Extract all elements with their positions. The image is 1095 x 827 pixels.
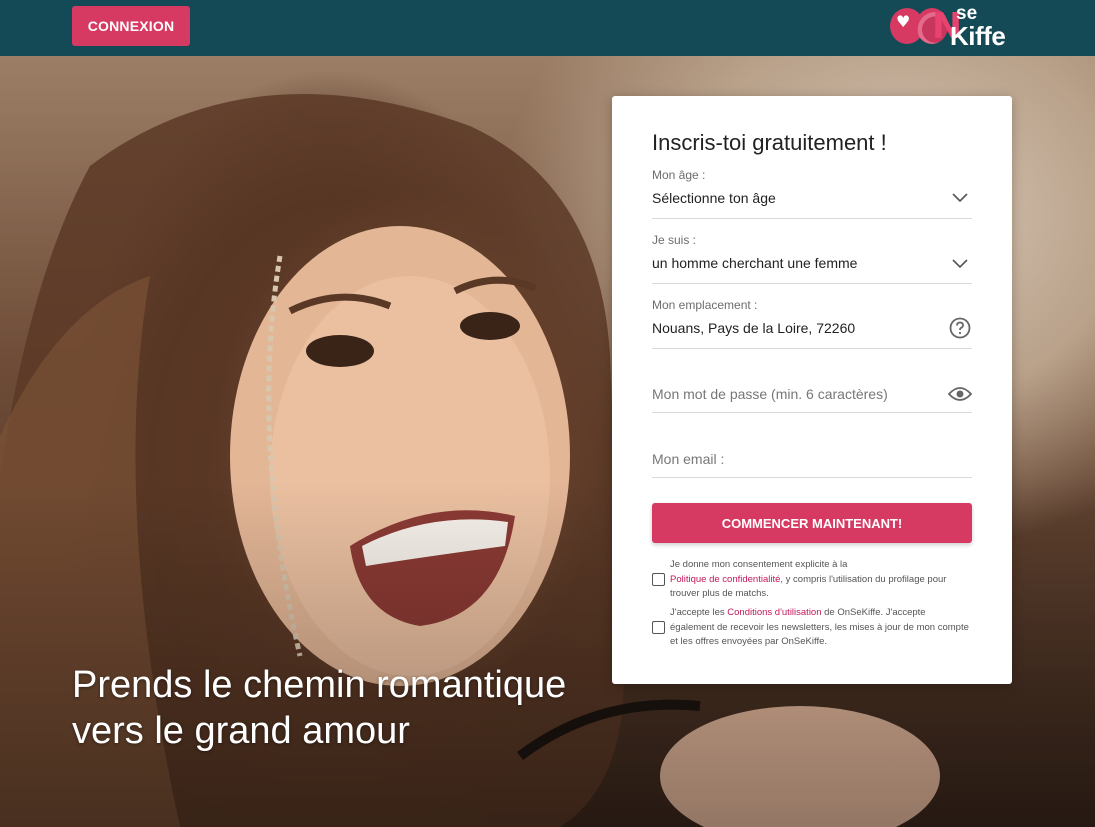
email-placeholder: Mon email : xyxy=(652,451,725,467)
help-question-icon[interactable] xyxy=(948,316,972,340)
privacy-consent-text: Je donne mon consentement explicite à la… xyxy=(670,558,972,602)
age-label: Mon âge : xyxy=(652,168,706,182)
terms-consent-checkbox[interactable] xyxy=(652,621,665,634)
privacy-consent-checkbox[interactable] xyxy=(652,573,665,586)
privacy-policy-link[interactable]: Politique de confidentialité xyxy=(670,574,780,585)
location-value: Nouans, Pays de la Loire, 72260 xyxy=(652,320,856,336)
location-label: Mon emplacement : xyxy=(652,298,758,312)
hero-tagline-line1: Prends le chemin romantique xyxy=(72,664,567,706)
location-field[interactable]: Mon emplacement : Nouans, Pays de la Loi… xyxy=(652,298,972,349)
hero-tagline-line2: vers le grand amour xyxy=(72,710,410,752)
password-field[interactable]: Mon mot de passe (min. 6 caractères) xyxy=(652,363,972,413)
heart-icon: ♥ xyxy=(896,12,911,31)
hero-tagline: Prends le chemin romantique vers le gran… xyxy=(72,662,632,754)
login-button[interactable]: CONNEXION xyxy=(72,6,190,46)
privacy-consent-pre: Je donne mon consentement explicite à la xyxy=(670,559,848,570)
terms-consent-text: J'accepte les Conditions d'utilisation d… xyxy=(670,606,972,650)
top-header: CONNEXION ♥ N se Kiffe xyxy=(0,0,1095,56)
logo-kiffe: Kiffe xyxy=(950,21,1006,51)
signup-card: Inscris-toi gratuitement ! Mon âge : Sél… xyxy=(612,96,1012,684)
privacy-consent: Je donne mon consentement explicite à la… xyxy=(652,558,972,602)
terms-consent-pre: J'accepte les xyxy=(670,607,728,618)
terms-of-use-link[interactable]: Conditions d'utilisation xyxy=(727,607,821,618)
chevron-down-icon xyxy=(948,186,972,210)
age-select[interactable]: Mon âge : Sélectionne ton âge xyxy=(652,168,972,219)
password-placeholder: Mon mot de passe (min. 6 caractères) xyxy=(652,386,888,402)
start-now-button[interactable]: COMMENCER MAINTENANT! xyxy=(652,503,972,543)
age-value: Sélectionne ton âge xyxy=(652,190,776,206)
gender-select[interactable]: Je suis : un homme cherchant une femme xyxy=(652,233,972,284)
email-field[interactable]: Mon email : xyxy=(652,427,972,478)
eye-icon[interactable] xyxy=(948,382,972,406)
onsekiffe-logo[interactable]: ♥ N se Kiffe xyxy=(890,4,1015,50)
signup-title: Inscris-toi gratuitement ! xyxy=(652,130,887,155)
terms-consent: J'accepte les Conditions d'utilisation d… xyxy=(652,606,972,650)
chevron-down-icon xyxy=(948,252,972,276)
gender-value: un homme cherchant une femme xyxy=(652,255,858,271)
gender-label: Je suis : xyxy=(652,233,697,247)
